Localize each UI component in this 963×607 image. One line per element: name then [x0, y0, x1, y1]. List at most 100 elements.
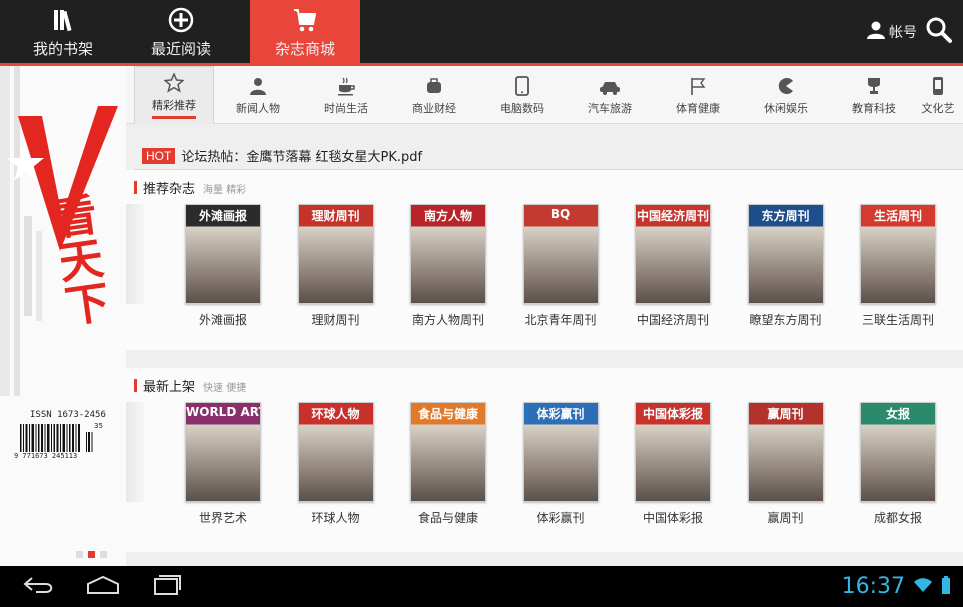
magazine-item[interactable]: 东方周刊 瞭望东方周刊: [731, 204, 841, 334]
pacman-icon: [775, 75, 797, 97]
coffee-icon: [335, 75, 357, 97]
category-featured[interactable]: 精彩推荐: [134, 66, 214, 124]
tab-bookshelf[interactable]: 我的书架: [8, 0, 118, 63]
magazine-cover[interactable]: 赢周刊: [747, 402, 824, 502]
top-right-actions: 帐号: [866, 0, 963, 63]
page-dot[interactable]: [100, 551, 107, 558]
category-label: 休闲娱乐: [764, 101, 808, 115]
magazine-cover[interactable]: 外滩画报: [185, 204, 261, 304]
magazine-name: 北京青年周刊: [524, 313, 597, 327]
section-title: 最新上架: [143, 380, 196, 395]
magazine-item[interactable]: 女报 成都女报: [843, 402, 953, 532]
tab-recent[interactable]: 最近阅读: [126, 0, 236, 63]
magazine-cover[interactable]: 体彩赢刊: [522, 402, 599, 502]
magazine-cover-edge[interactable]: [126, 204, 144, 304]
magazine-cover[interactable]: 中国体彩报: [635, 402, 711, 502]
category-culture-art[interactable]: 文化艺: [918, 66, 958, 124]
category-auto-travel[interactable]: 汽车旅游: [566, 66, 654, 124]
wifi-icon: [913, 577, 933, 597]
category-label: 新闻人物: [236, 101, 280, 115]
back-icon: [22, 575, 56, 599]
category-label: 体育健康: [676, 101, 720, 115]
magazine-item[interactable]: 中国经济周刊 中国经济周刊: [618, 204, 728, 334]
category-business[interactable]: 商业财经: [390, 66, 478, 124]
magazine-name: 南方人物周刊: [411, 313, 484, 327]
category-digital[interactable]: 电脑数码: [478, 66, 566, 124]
promo-banner[interactable]: 看天下 ISSN 1673-2456 9 771673 245113 35: [0, 66, 126, 566]
back-button[interactable]: [14, 566, 64, 607]
magazine-item[interactable]: 体彩赢刊 体彩赢刊: [506, 402, 616, 532]
magazine-name: 外滩画报: [198, 313, 247, 327]
car-icon: [599, 75, 621, 97]
magazine-item[interactable]: 赢周刊 赢周刊: [731, 402, 841, 532]
magazine-cover[interactable]: WORLD ART: [185, 402, 261, 502]
category-fashion[interactable]: 时尚生活: [302, 66, 390, 124]
section-header: 推荐杂志 海量 精彩: [134, 178, 246, 197]
cover-title: 食品与健康: [417, 407, 478, 421]
cover-title: 外滩画报: [198, 209, 247, 223]
magazine-item[interactable]: 食品与健康 食品与健康: [393, 402, 503, 532]
flag-icon: [687, 75, 709, 97]
magazine-item[interactable]: BQ 北京青年周刊: [506, 204, 616, 334]
magazine-cover[interactable]: 环球人物: [297, 402, 374, 502]
magazine-item[interactable]: WORLD ART 世界艺术: [168, 402, 278, 532]
banner-page-dots: [76, 551, 107, 558]
status-area: 16:37: [842, 574, 963, 599]
cover-title: 中国体彩报: [642, 407, 703, 421]
bookshelf-icon: [46, 5, 80, 35]
trophy-icon: [863, 75, 885, 97]
cover-title: BQ: [550, 207, 571, 221]
tablet-icon: [511, 75, 533, 97]
recent-apps-button[interactable]: [142, 566, 192, 607]
magazine-item[interactable]: 中国体彩报 中国体彩报: [618, 402, 728, 532]
magazine-cover[interactable]: 生活周刊: [860, 204, 936, 304]
system-nav-bar: 16:37: [0, 566, 963, 607]
cover-title: 中国经济周刊: [636, 209, 709, 223]
magazine-cover[interactable]: 女报: [860, 402, 936, 502]
category-education-tech[interactable]: 教育科技: [830, 66, 918, 124]
magazine-item[interactable]: 外滩画报 外滩画报: [168, 204, 278, 334]
new-arrivals-section: 最新上架 快速 便捷 WORLD ART 世界艺术 环球人物 环球人物 食品与健康 食品与…: [126, 368, 963, 552]
category-label: 精彩推荐: [152, 97, 196, 119]
magazine-name: 中国体彩报: [642, 511, 703, 525]
account-button[interactable]: 帐号: [866, 20, 917, 44]
magazine-cover[interactable]: BQ: [522, 204, 599, 304]
barcode-number: 9 771673 245113: [14, 452, 78, 460]
battery-icon: [941, 575, 951, 598]
magazine-item[interactable]: 生活周刊 三联生活周刊: [843, 204, 953, 334]
home-button[interactable]: [78, 566, 128, 607]
magazine-item[interactable]: 南方人物南方人物周刊: [393, 204, 503, 334]
search-icon[interactable]: [925, 16, 953, 48]
hot-badge: HOT: [142, 147, 176, 164]
section-header: 最新上架 快速 便捷: [134, 376, 246, 395]
category-label: 时尚生活: [324, 101, 368, 115]
magazine-cover-edge[interactable]: [126, 402, 144, 502]
magazine-cover[interactable]: 理财周刊: [297, 204, 374, 304]
clock: 16:37: [841, 574, 905, 599]
store-content: 精彩推荐 新闻人物 时尚生活 商业财经 电脑数码 汽车旅游 体育健康 休闲娱乐 …: [126, 66, 963, 566]
hot-topic[interactable]: HOT 论坛热帖：金鹰节落幕 红毯女星大PK.pdf: [142, 146, 422, 165]
magazine-cover[interactable]: 中国经济周刊: [635, 204, 711, 304]
magazine-row: WORLD ART 世界艺术 环球人物 环球人物 食品与健康 食品与健康 体彩赢刊 体彩赢刊中…: [126, 402, 963, 532]
page-dot-active[interactable]: [88, 551, 95, 558]
magazine-cover[interactable]: 东方周刊: [747, 204, 824, 304]
issn-text: ISSN 1673-2456: [30, 410, 106, 420]
magazine-cover[interactable]: 食品与健康: [410, 402, 486, 502]
category-news-people[interactable]: 新闻人物: [214, 66, 302, 124]
tab-magazine-store[interactable]: 杂志商城: [250, 0, 360, 63]
cover-title: 南方人物: [423, 209, 472, 223]
magazine-name: 食品与健康: [417, 511, 478, 525]
category-sports-health[interactable]: 体育健康: [654, 66, 742, 124]
category-entertainment[interactable]: 休闲娱乐: [742, 66, 830, 124]
magazine-item[interactable]: 理财周刊 理财周刊: [281, 204, 391, 334]
category-bar: 精彩推荐 新闻人物 时尚生活 商业财经 电脑数码 汽车旅游 体育健康 休闲娱乐 …: [126, 66, 963, 124]
cover-title: 赢周刊: [767, 407, 804, 421]
magazine-cover[interactable]: 南方人物: [410, 204, 486, 304]
cover-title: 理财周刊: [311, 209, 360, 223]
magazine-item[interactable]: 环球人物 环球人物: [281, 402, 391, 532]
magazine-name: 中国经济周刊: [636, 313, 709, 327]
tab-magazine-store-label: 杂志商城: [274, 40, 335, 58]
home-icon: [86, 575, 120, 599]
magazine-name: 环球人物: [311, 511, 360, 525]
page-dot[interactable]: [76, 551, 83, 558]
